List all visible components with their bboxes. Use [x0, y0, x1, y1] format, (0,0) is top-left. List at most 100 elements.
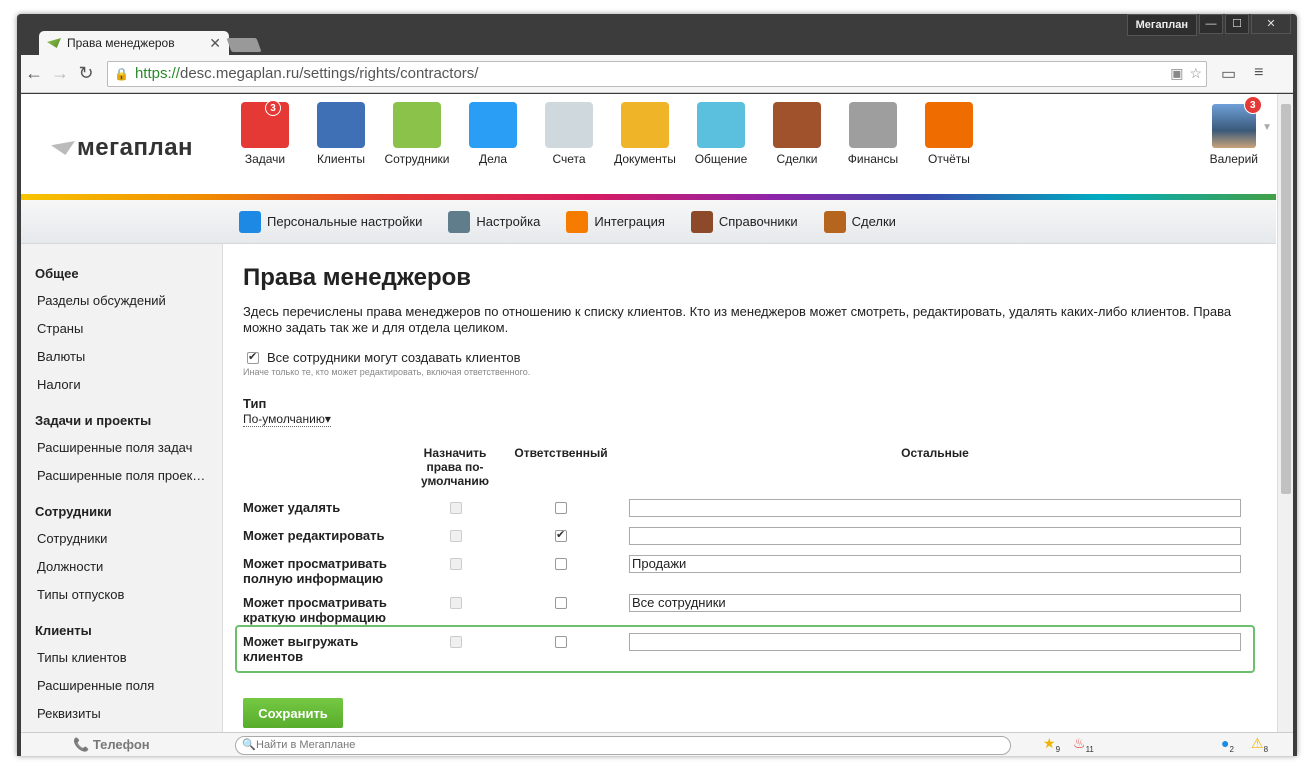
- favorites-indicator[interactable]: ★9: [1043, 735, 1060, 754]
- browser-tab[interactable]: Права менеджеров ✕: [39, 31, 229, 55]
- scrollbar-thumb[interactable]: [1281, 104, 1291, 494]
- row-label: Может удалять: [243, 500, 341, 515]
- sidebar-item[interactable]: Расширенные поля проек…: [35, 468, 219, 496]
- subnav-label: Сделки: [851, 214, 896, 229]
- app-8-icon: [849, 102, 897, 148]
- new-tab-button[interactable]: [226, 38, 262, 52]
- blocked-popup-icon[interactable]: ▣: [1170, 65, 1183, 82]
- app-label: Общение: [694, 152, 748, 166]
- subnav-item-1[interactable]: Настройка: [448, 210, 540, 233]
- column-default-header: Назначить права по-умолчанию: [420, 446, 490, 488]
- sidebar-group: Задачи и проекты Расширенные поля задач Ра…: [35, 413, 222, 496]
- megaplan-logo[interactable]: мегаплан: [51, 134, 193, 162]
- subnav-4-icon: [823, 210, 846, 233]
- alert-indicator[interactable]: ⚠8: [1251, 735, 1268, 754]
- app-6[interactable]: Общение: [687, 102, 755, 166]
- sidebar-group: Общее Разделы обсуждений Страны Валюты Налог…: [35, 266, 222, 405]
- sidebar-item[interactable]: Расширенные поля: [35, 678, 219, 706]
- app-3[interactable]: Дела: [459, 102, 527, 166]
- favorites-count: 9: [1055, 744, 1061, 754]
- app-2[interactable]: Сотрудники: [383, 102, 451, 166]
- tab-title: Права менеджеров: [67, 36, 175, 50]
- app-0[interactable]: 3 Задачи: [231, 100, 299, 166]
- save-button[interactable]: Сохранить: [243, 698, 343, 728]
- sidebar-group-title: Задачи и проекты: [35, 413, 152, 428]
- app-8[interactable]: Финансы: [839, 102, 907, 166]
- highlight-frame: [235, 625, 1255, 673]
- others-field[interactable]: [629, 499, 1241, 517]
- default-rights-checkbox[interactable]: [450, 530, 462, 542]
- responsible-checkbox[interactable]: [555, 597, 567, 609]
- global-search-input[interactable]: 🔍 Найти в Мегаплане: [235, 736, 1011, 755]
- sidebar-item[interactable]: Налоги: [35, 377, 219, 405]
- url-scheme: https://: [134, 65, 180, 82]
- chat-count: 2: [1229, 744, 1234, 754]
- chevron-down-icon[interactable]: ▼: [1262, 122, 1272, 133]
- others-field[interactable]: Все сотрудники: [629, 594, 1241, 612]
- hot-count: 11: [1085, 744, 1094, 754]
- avatar[interactable]: 3: [1211, 96, 1262, 148]
- maximize-icon[interactable]: ☐: [1225, 14, 1249, 34]
- subnav-label: Интеграция: [594, 214, 665, 229]
- app-4[interactable]: Счета: [535, 102, 603, 166]
- subnav-item-2[interactable]: Интеграция: [566, 210, 665, 233]
- app-label: Документы: [614, 152, 676, 166]
- all-can-create-label: Все сотрудники могут создавать клиентов: [267, 350, 521, 365]
- others-field[interactable]: Продажи: [629, 555, 1241, 573]
- alert-count: 8: [1263, 744, 1269, 754]
- column-others-header: Остальные: [901, 446, 969, 460]
- app-1[interactable]: Клиенты: [307, 102, 375, 166]
- app-5-icon: [621, 102, 669, 148]
- app-5[interactable]: Документы: [611, 102, 679, 166]
- app-label: Клиенты: [316, 152, 366, 166]
- subnav-item-3[interactable]: Справочники: [690, 210, 798, 233]
- sidebar-group-title: Сотрудники: [35, 504, 112, 519]
- bottom-bar: 📞 Телефон 🔍 Найти в Мегаплане ★9 ♨11 ●2 …: [21, 732, 1293, 756]
- subnav-item-0[interactable]: Персональные настройки: [239, 210, 422, 233]
- sidebar-item[interactable]: Расширенные поля задач: [35, 440, 219, 468]
- back-arrow-icon[interactable]: ←: [21, 63, 47, 84]
- responsible-checkbox[interactable]: [555, 528, 567, 542]
- sidebar-item[interactable]: Разделы обсуждений: [35, 293, 219, 321]
- forward-arrow-icon[interactable]: →: [47, 63, 73, 84]
- all-can-create-hint: Иначе только те, кто может редактировать…: [243, 367, 531, 377]
- sidebar-item[interactable]: Страны: [35, 321, 219, 349]
- phone-label: Телефон: [92, 737, 150, 752]
- reload-icon[interactable]: ↻: [73, 63, 99, 84]
- star-icon: ★: [1043, 735, 1056, 751]
- sidebar-item[interactable]: Реквизиты: [35, 706, 219, 734]
- profile-button[interactable]: Мегаплан: [1126, 14, 1197, 36]
- app-6-icon: [697, 102, 745, 148]
- sidebar-item[interactable]: Должности: [35, 559, 219, 587]
- subnav-item-4[interactable]: Сделки: [823, 210, 896, 233]
- app-9[interactable]: Отчёты: [915, 102, 983, 166]
- cast-icon[interactable]: ▭: [1221, 64, 1236, 84]
- user-menu[interactable]: 3 ▼ Валерий: [1210, 96, 1272, 166]
- sidebar-item[interactable]: Валюты: [35, 349, 219, 377]
- app-7[interactable]: Сделки: [763, 102, 831, 166]
- hot-indicator[interactable]: ♨11: [1073, 735, 1094, 754]
- vertical-scrollbar[interactable]: [1277, 94, 1293, 732]
- responsible-checkbox[interactable]: [555, 558, 567, 570]
- user-notification-badge: 3: [1243, 96, 1262, 114]
- sidebar-item[interactable]: Типы отпусков: [35, 587, 219, 615]
- sidebar-item[interactable]: Сотрудники: [35, 531, 219, 559]
- sidebar-item[interactable]: Типы клиентов: [35, 650, 219, 678]
- close-window-icon[interactable]: ✕: [1251, 14, 1291, 34]
- address-bar[interactable]: 🔒 https:// desc.megaplan.ru/settings/rig…: [107, 60, 1207, 87]
- browser-toolbar: ← → ↻ 🔒 https:// desc.megaplan.ru/settin…: [21, 55, 1293, 93]
- all-can-create-checkbox[interactable]: [247, 350, 259, 364]
- responsible-checkbox[interactable]: [555, 502, 567, 514]
- bookmark-star-icon[interactable]: ☆: [1189, 65, 1202, 82]
- menu-icon[interactable]: ≡: [1254, 64, 1263, 84]
- app-9-icon: [925, 102, 973, 148]
- chat-indicator[interactable]: ●2: [1221, 735, 1234, 754]
- default-rights-checkbox[interactable]: [450, 502, 462, 514]
- type-dropdown[interactable]: По-умолчанию▾: [243, 412, 331, 427]
- close-tab-icon[interactable]: ✕: [209, 35, 221, 52]
- default-rights-checkbox[interactable]: [450, 597, 462, 609]
- minimize-icon[interactable]: —: [1199, 14, 1223, 34]
- default-rights-checkbox[interactable]: [450, 558, 462, 570]
- phone-button[interactable]: 📞 Телефон: [73, 737, 150, 753]
- others-field[interactable]: [629, 527, 1241, 545]
